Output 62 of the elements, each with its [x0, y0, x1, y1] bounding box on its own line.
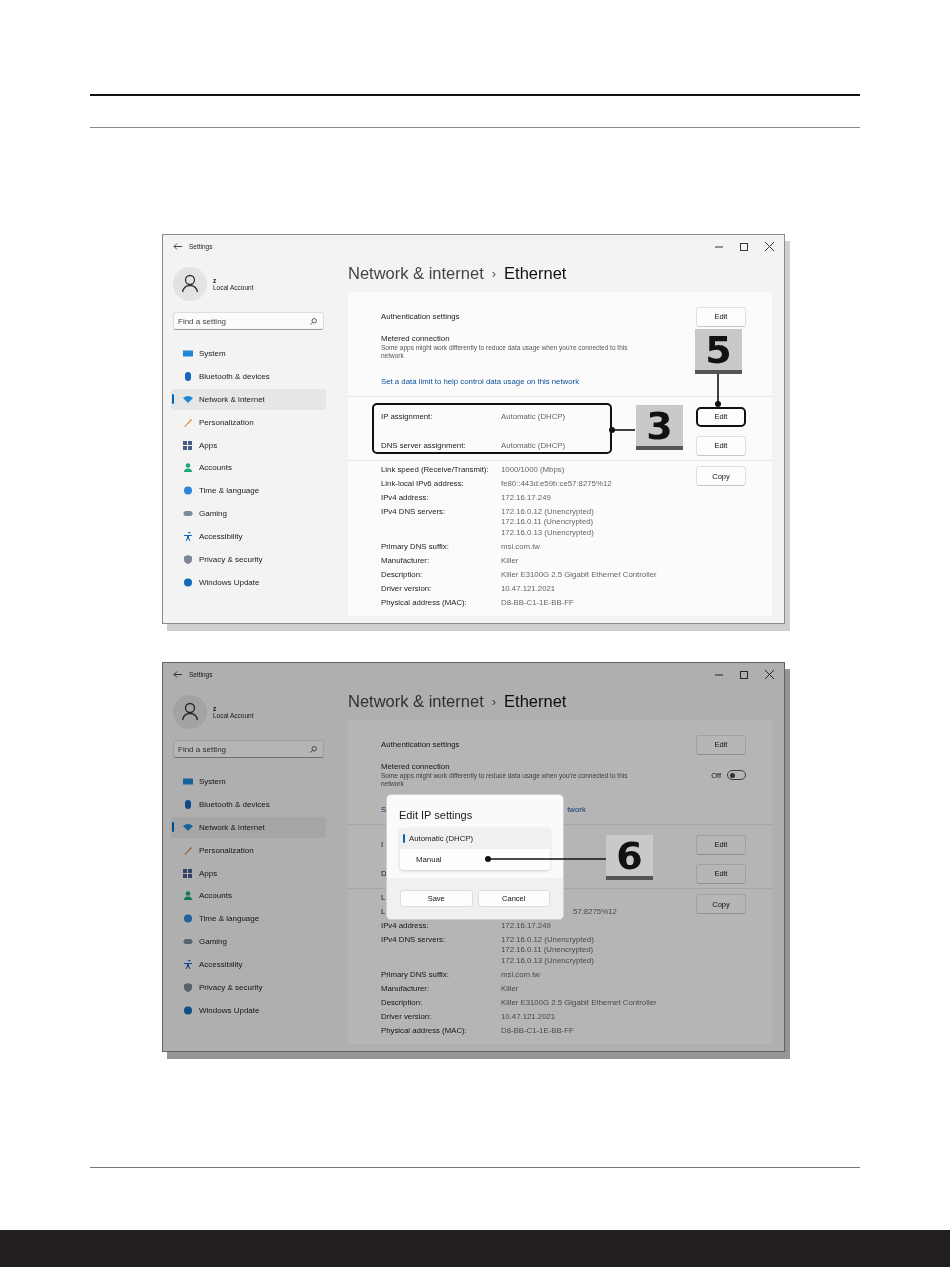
- apps-icon: [183, 868, 193, 878]
- nav-item[interactable]: Time & language: [171, 908, 326, 930]
- page-title: Ethernet: [504, 691, 567, 711]
- bluetooth-icon: [183, 371, 193, 381]
- avatar-icon: [173, 695, 207, 729]
- breadcrumb-separator: ›: [491, 265, 497, 281]
- breadcrumb-separator: ›: [491, 693, 497, 709]
- breadcrumb-parent[interactable]: Network & internet: [348, 691, 484, 711]
- nav-item[interactable]: System: [171, 343, 326, 364]
- minimize-icon[interactable]: [715, 245, 723, 248]
- leader-line: [608, 426, 635, 434]
- monitor-icon: [183, 349, 193, 358]
- nav-item[interactable]: Apps: [171, 434, 326, 456]
- step-number: 5: [695, 329, 742, 374]
- monitor-icon: [183, 777, 193, 786]
- nav-item[interactable]: Bluetooth & devices: [171, 365, 326, 387]
- search-field[interactable]: Find a setting: [173, 312, 324, 330]
- page-title: Ethernet: [504, 263, 567, 283]
- nav-item[interactable]: Time & language: [171, 480, 326, 502]
- search-field[interactable]: Find a setting: [173, 740, 324, 758]
- dialog-title: Edit IP settings: [399, 809, 474, 821]
- nav-item[interactable]: Personalization: [171, 839, 326, 861]
- leader-line: [714, 374, 722, 408]
- nav-item[interactable]: Accessibility: [171, 954, 326, 976]
- apps-icon: [183, 440, 193, 450]
- avatar-icon: [173, 267, 207, 301]
- nav-item[interactable]: Gaming: [171, 931, 326, 953]
- wifi-icon: [183, 394, 193, 404]
- step-number: 6: [606, 835, 653, 880]
- shield-icon: [183, 555, 193, 564]
- nav-item[interactable]: System: [171, 771, 326, 792]
- back-icon[interactable]: [173, 671, 182, 678]
- nav-item[interactable]: Accounts: [171, 885, 326, 907]
- nav-item[interactable]: Network & internet: [171, 388, 326, 410]
- person-icon: [183, 891, 193, 901]
- nav-item[interactable]: Accessibility: [171, 526, 326, 548]
- pen-icon: [183, 417, 193, 427]
- wifi-icon: [183, 822, 193, 832]
- nav-item[interactable]: Windows Update: [171, 571, 326, 593]
- nav-item[interactable]: Personalization: [171, 411, 326, 433]
- nav-item[interactable]: Gaming: [171, 503, 326, 525]
- close-icon[interactable]: [765, 242, 774, 251]
- maximize-icon[interactable]: [740, 670, 748, 679]
- close-icon[interactable]: [765, 670, 774, 679]
- nav-item[interactable]: Privacy & security: [171, 977, 326, 998]
- accessibility-icon: [183, 960, 193, 970]
- shield-icon: [183, 983, 193, 992]
- nav-item[interactable]: Privacy & security: [171, 549, 326, 570]
- nav-item[interactable]: Network & internet: [171, 816, 326, 838]
- person-icon: [183, 463, 193, 473]
- pen-icon: [183, 845, 193, 855]
- nav-item[interactable]: Apps: [171, 862, 326, 884]
- nav-item[interactable]: Bluetooth & devices: [171, 793, 326, 815]
- step-number: 3: [636, 405, 683, 450]
- nav-item[interactable]: Windows Update: [171, 999, 326, 1021]
- minimize-icon[interactable]: [715, 673, 723, 676]
- breadcrumb-parent[interactable]: Network & internet: [348, 263, 484, 283]
- bluetooth-icon: [183, 799, 193, 809]
- accessibility-icon: [183, 532, 193, 542]
- back-icon[interactable]: [173, 243, 182, 250]
- maximize-icon[interactable]: [740, 242, 748, 251]
- nav-item[interactable]: Accounts: [171, 457, 326, 479]
